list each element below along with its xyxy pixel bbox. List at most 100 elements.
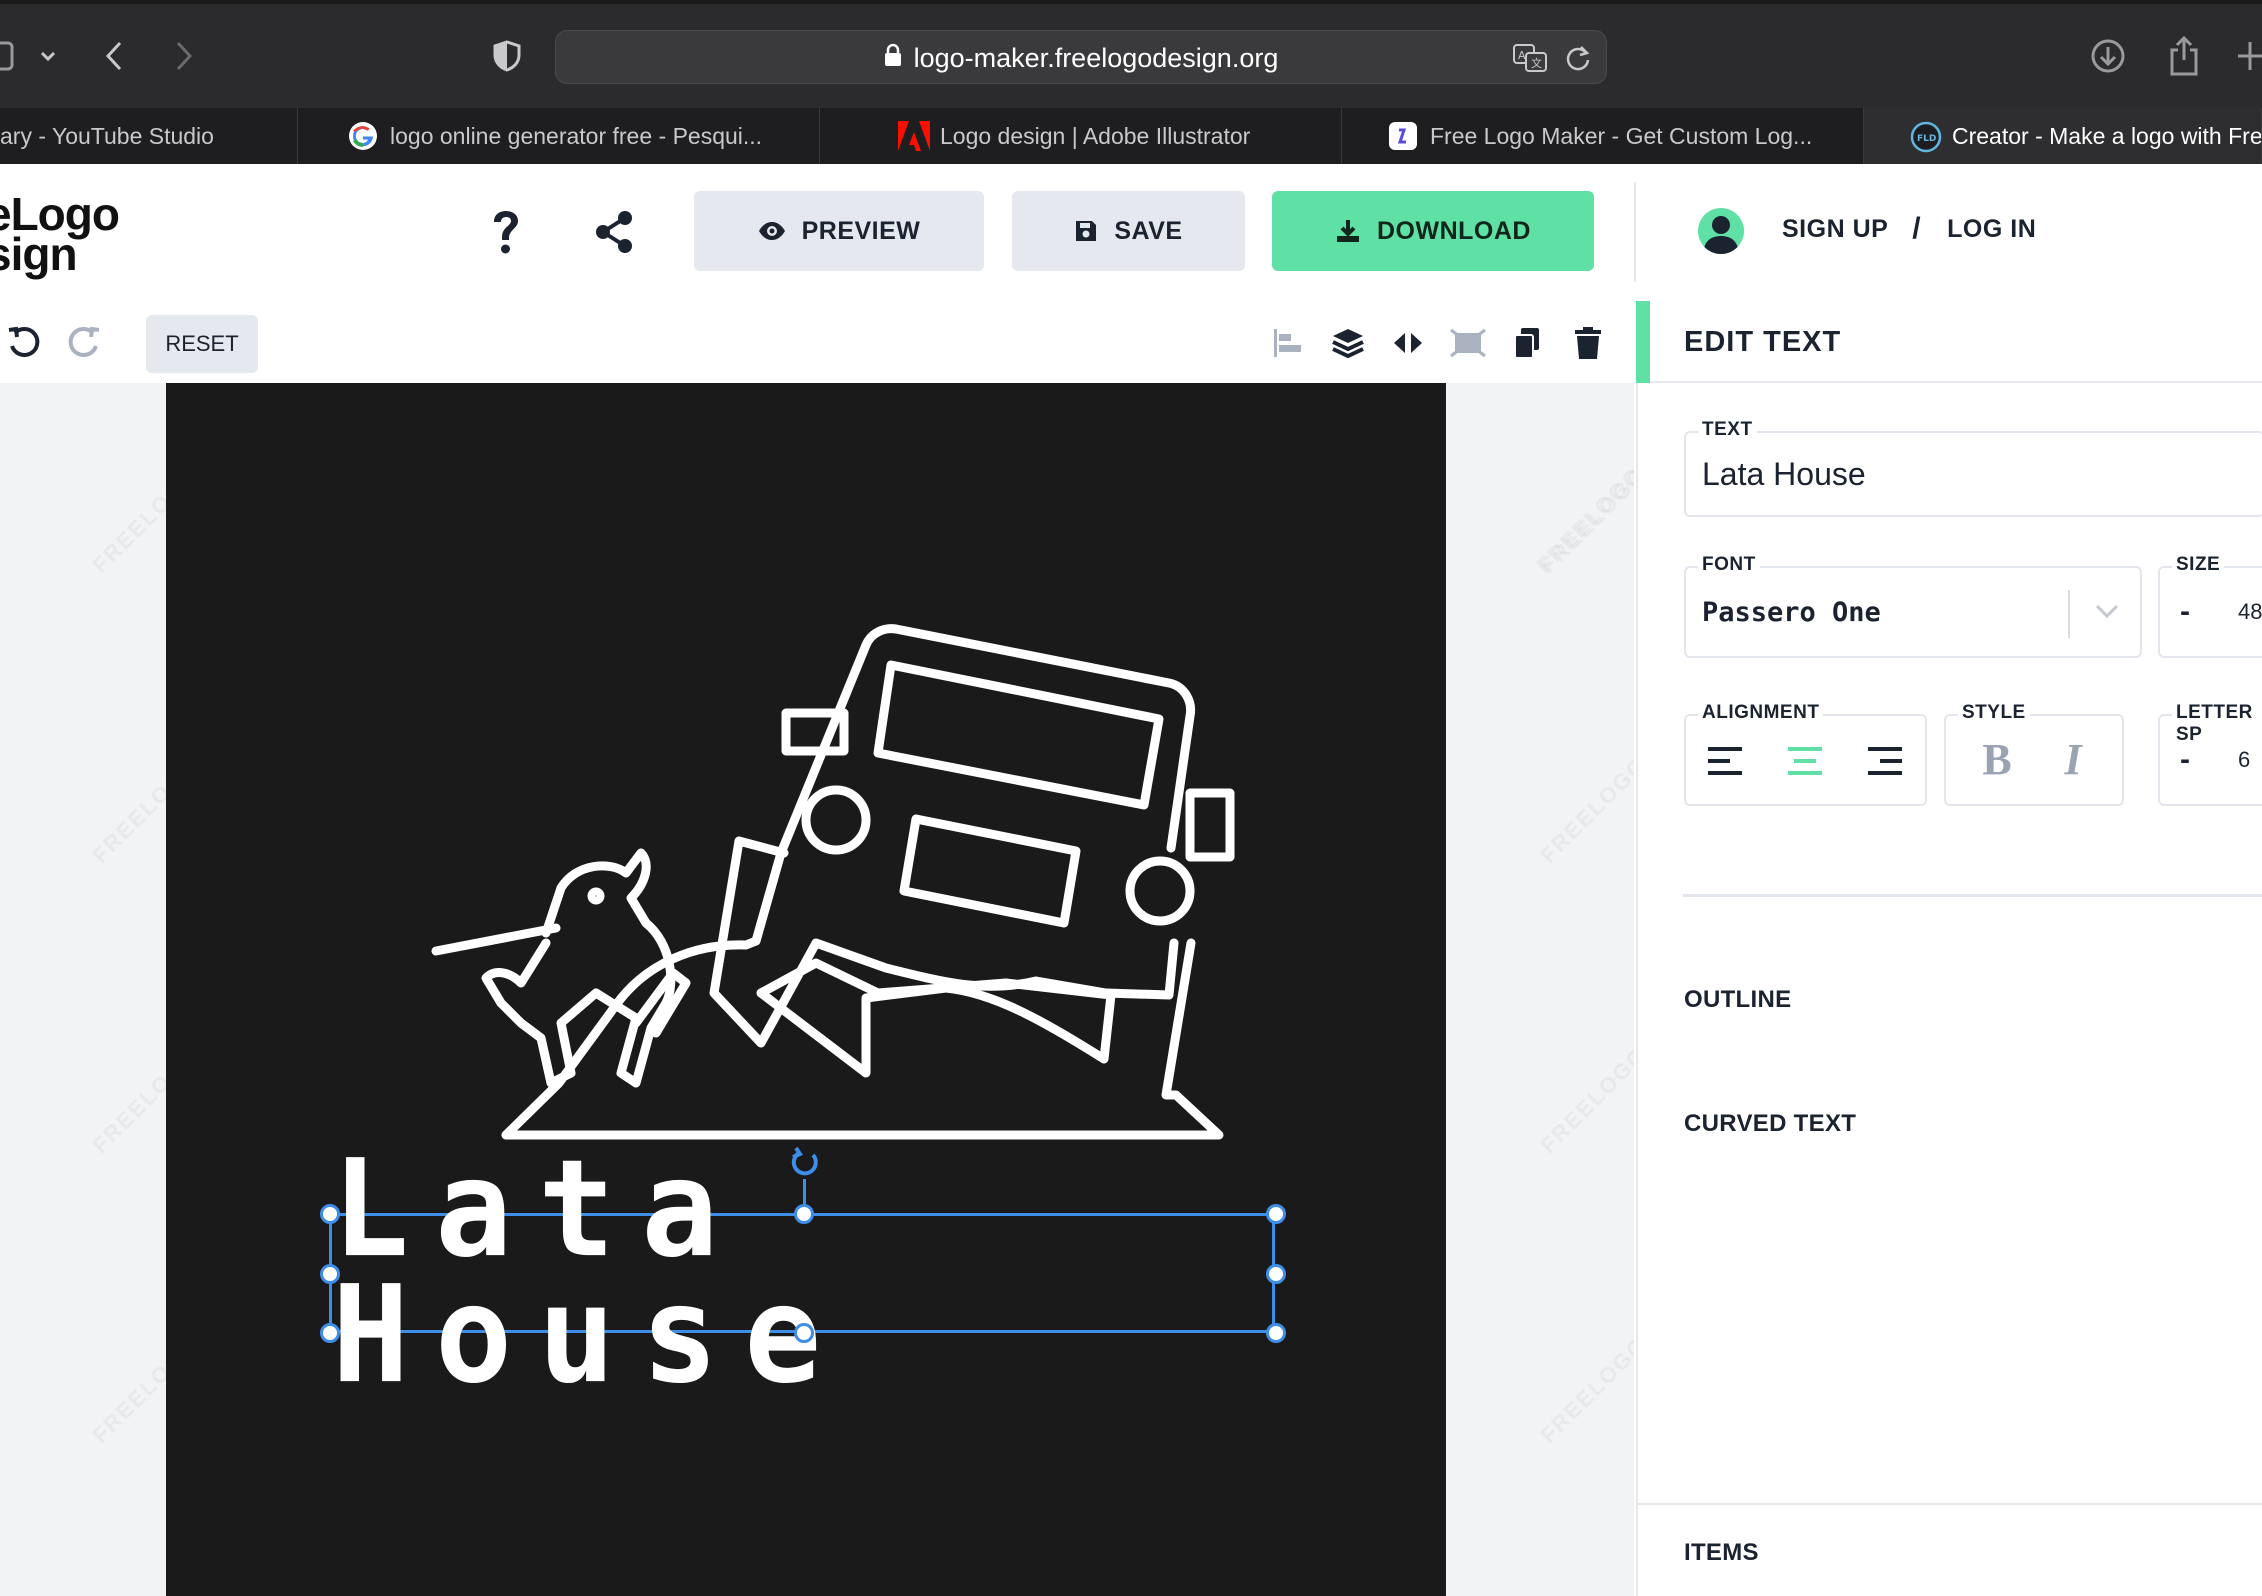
select-divider [2068, 590, 2070, 638]
help-icon[interactable] [478, 204, 534, 260]
svg-text:A: A [1518, 49, 1526, 62]
share-icon[interactable] [2164, 26, 2204, 86]
align-right-icon[interactable] [1864, 740, 1906, 782]
resize-handle-bottom-left[interactable] [320, 1323, 340, 1343]
rotate-handle-icon[interactable] [788, 1145, 824, 1186]
resize-handle-right[interactable] [1266, 1264, 1286, 1284]
font-select[interactable]: FONT Passero One [1684, 554, 2142, 658]
layers-icon[interactable] [1328, 323, 1368, 363]
translate-icon[interactable]: A文 [1512, 43, 1550, 78]
chevron-down-icon[interactable] [36, 26, 60, 86]
resize-handle-bottom[interactable] [794, 1323, 814, 1343]
align-icon[interactable] [1268, 323, 1308, 363]
header-divider [1634, 182, 1636, 282]
sidebar-toggle-icon[interactable] [0, 26, 16, 86]
svg-text:FLD: FLD [1917, 134, 1936, 144]
resize-handle-top-left[interactable] [320, 1204, 340, 1224]
editor-toolbar: RESET [0, 301, 1634, 385]
sign-up-link[interactable]: SIGN UP [1782, 215, 1888, 244]
panel-title: EDIT TEXT [1684, 325, 1842, 358]
download-icon[interactable] [2088, 26, 2128, 86]
tab-bar: ary - YouTube Studio logo online generat… [0, 108, 2262, 165]
tab-youtube-studio[interactable]: ary - YouTube Studio [0, 108, 298, 164]
app-header: eLogo sign PREVIEW SAVE DOWNLOAD SIGN UP… [0, 164, 2262, 303]
panel-separator [1683, 894, 2262, 897]
alignment-group: ALIGNMENT [1684, 702, 1927, 806]
resize-handle-top-right[interactable] [1266, 1204, 1286, 1224]
privacy-shield-icon[interactable] [490, 26, 524, 86]
browser-toolbar: logo-maker.freelogodesign.org A文 [0, 0, 2262, 108]
duplicate-icon[interactable] [1508, 323, 1548, 363]
preview-button[interactable]: PREVIEW [694, 191, 984, 271]
tab-adobe-illustrator[interactable]: Logo design | Adobe Illustrator [820, 108, 1342, 164]
reload-icon[interactable] [1564, 44, 1592, 77]
style-label: STYLE [1958, 702, 2030, 724]
resize-handle-bottom-right[interactable] [1266, 1323, 1286, 1343]
google-favicon-icon [348, 121, 378, 151]
size-stepper[interactable]: SIZE - 48 [2158, 554, 2262, 658]
tab-label: logo online generator free - Pesqui... [390, 122, 763, 149]
edit-text-panel: EDIT TEXT TEXT Lata House FONT Passero O… [1636, 301, 2262, 1596]
letter-spacing-decrement-button[interactable]: - [2180, 716, 2190, 804]
text-field[interactable]: TEXT Lata House [1684, 419, 2262, 517]
align-center-icon[interactable] [1784, 740, 1826, 782]
address-bar[interactable]: logo-maker.freelogodesign.org A文 [555, 30, 1607, 84]
curved-text-section[interactable]: CURVED TEXT [1684, 1110, 1856, 1138]
chevron-down-icon[interactable] [2094, 602, 2120, 625]
jeep-dog-illustration [431, 624, 1235, 1140]
trash-icon[interactable] [1568, 323, 1608, 363]
adobe-favicon-icon [898, 121, 930, 151]
preview-label: PREVIEW [801, 216, 921, 245]
svg-text:文: 文 [1531, 56, 1542, 70]
text-input-value[interactable]: Lata House [1702, 433, 1866, 515]
brand-line-2: sign [0, 228, 78, 280]
letter-spacing-value[interactable]: 6 [2238, 716, 2250, 804]
style-group: STYLE B I [1944, 702, 2124, 806]
redo-icon[interactable] [64, 323, 104, 363]
download-arrow-icon [1337, 220, 1359, 242]
log-in-link[interactable]: LOG IN [1947, 215, 2036, 244]
share-nodes-icon[interactable] [586, 204, 642, 260]
avatar-icon[interactable] [1698, 208, 1744, 254]
forward-icon[interactable] [166, 26, 202, 86]
letter-spacing-stepper[interactable]: LETTER SP - 6 [2158, 702, 2262, 806]
brand-logo[interactable]: eLogo sign [0, 191, 120, 280]
logo-text[interactable]: Lata House [332, 1142, 1272, 1402]
resize-handle-left[interactable] [320, 1264, 340, 1284]
panel-bottom-divider [1636, 1503, 2262, 1505]
tab-free-logo-maker[interactable]: Free Logo Maker - Get Custom Log... [1342, 108, 1864, 164]
logo-artboard[interactable]: FREELOGODESIGN Lata House [166, 383, 1634, 1596]
tab-google-search[interactable]: logo online generator free - Pesqui... [298, 108, 820, 164]
undo-icon[interactable] [4, 323, 44, 363]
tab-label: Creator - Make a logo with Fre [1952, 122, 2262, 149]
italic-button[interactable]: I [2052, 735, 2094, 784]
selected-text-box[interactable]: Lata House [329, 1142, 1275, 1403]
font-selected-value: Passero One [1702, 596, 1881, 628]
back-icon[interactable] [96, 26, 132, 86]
fld-favicon-icon: FLD [1910, 121, 1942, 153]
panel-title-divider [1650, 381, 2262, 383]
alignment-label: ALIGNMENT [1698, 702, 1824, 724]
resize-handle-top[interactable] [794, 1204, 814, 1224]
new-tab-icon[interactable] [2236, 26, 2262, 86]
flip-horizontal-icon[interactable] [1388, 323, 1428, 363]
logo-maker-favicon-icon [1388, 121, 1418, 151]
watermark: FREELOGODESIGN [1535, 683, 1634, 868]
canvas-workspace[interactable]: FREELOGODESIGN FREELOGODESIGN FREELOGODE… [0, 383, 1634, 1596]
crop-image-icon[interactable] [1448, 323, 1488, 363]
download-label: DOWNLOAD [1377, 216, 1531, 245]
lock-icon [884, 43, 902, 74]
size-value[interactable]: 48 [2238, 568, 2262, 656]
save-label: SAVE [1114, 216, 1183, 245]
download-button[interactable]: DOWNLOAD [1272, 191, 1594, 271]
outline-section[interactable]: OUTLINE [1684, 986, 1791, 1014]
items-section[interactable]: ITEMS [1684, 1539, 1759, 1567]
tab-creator-active[interactable]: FLD Creator - Make a logo with Fre [1864, 108, 2262, 164]
save-button[interactable]: SAVE [1012, 191, 1245, 271]
size-decrement-button[interactable]: - [2180, 568, 2190, 656]
bold-button[interactable]: B [1976, 735, 2018, 784]
reset-button[interactable]: RESET [146, 315, 258, 373]
watermark: FREELOGODESIGN [1535, 973, 1634, 1158]
tab-label: ary - YouTube Studio [0, 122, 214, 149]
align-left-icon[interactable] [1704, 740, 1746, 782]
